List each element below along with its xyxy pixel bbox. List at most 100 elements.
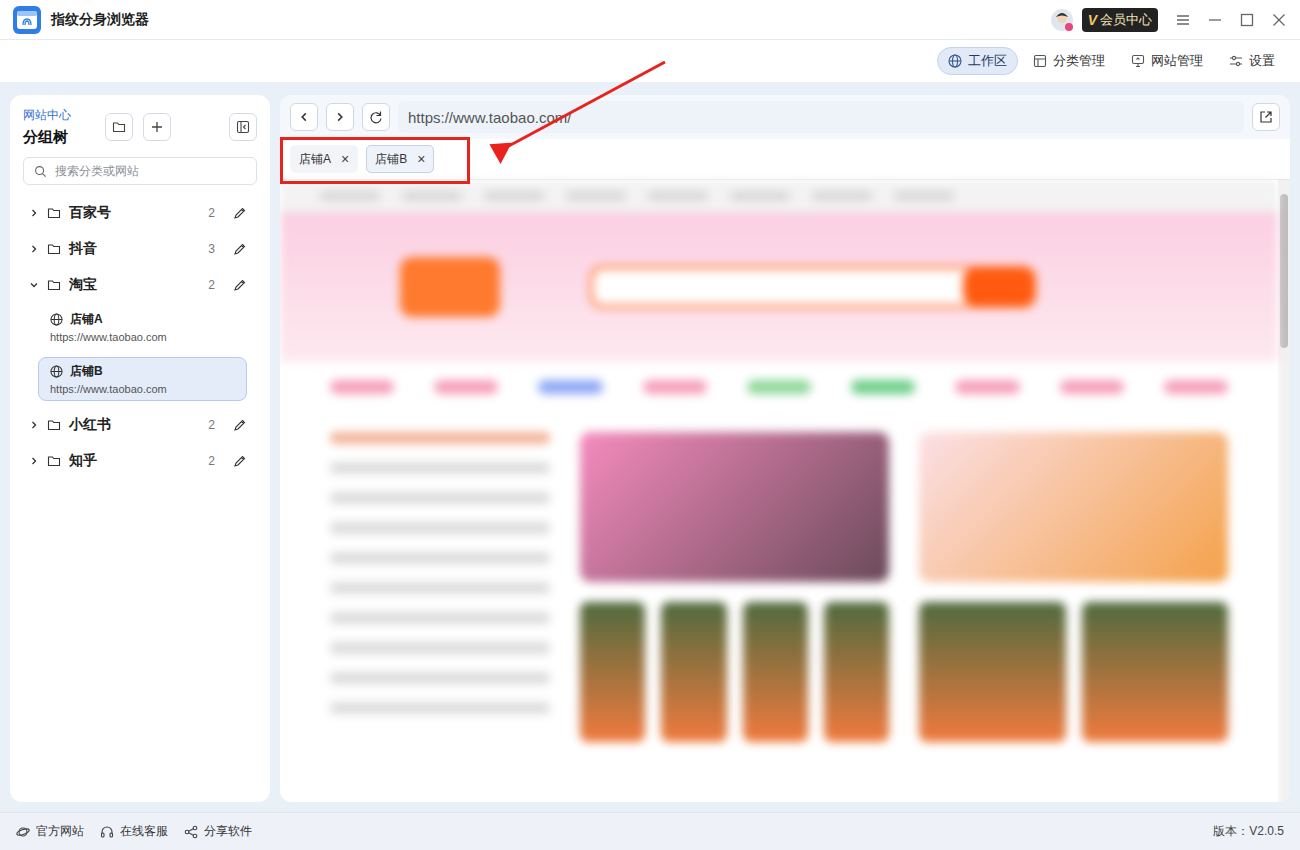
collapse-sidebar-button[interactable] — [229, 113, 257, 141]
group-name: 知乎 — [69, 452, 97, 470]
nav-item[interactable]: 工作区 — [937, 47, 1018, 75]
chevron-icon — [29, 244, 39, 254]
sidebar-caption: 网站中心 — [23, 107, 71, 124]
nav-item[interactable]: 网站管理 — [1120, 47, 1214, 75]
annotation-highlight-box — [280, 137, 470, 184]
folder-icon — [112, 120, 126, 134]
title-bar-actions: V会员中心 — [1050, 8, 1286, 32]
pencil-icon[interactable] — [233, 206, 247, 220]
maximize-icon[interactable] — [1240, 13, 1254, 27]
plus-icon — [150, 120, 164, 134]
page-shape — [590, 266, 1036, 308]
page-shape — [402, 191, 462, 201]
page-shape — [400, 257, 500, 317]
forward-button[interactable] — [326, 103, 354, 131]
scrollbar[interactable] — [1278, 180, 1290, 802]
chevron-icon — [29, 208, 39, 218]
footer-link[interactable]: 官方网站 — [16, 823, 84, 840]
menu-icon[interactable] — [1176, 13, 1190, 27]
footer-link[interactable]: 在线客服 — [100, 823, 168, 840]
pencil-icon[interactable] — [233, 242, 247, 256]
page-shape — [730, 191, 790, 201]
group-row[interactable]: 淘宝2 — [23, 267, 257, 303]
nav-item[interactable]: 设置 — [1218, 47, 1286, 75]
footer-link[interactable]: 分享软件 — [184, 823, 252, 840]
window-title: 指纹分身浏览器 — [51, 11, 149, 29]
app-logo-icon — [13, 6, 41, 34]
share-icon — [184, 825, 198, 839]
tab-close-button[interactable]: × — [417, 152, 425, 166]
nav-label: 网站管理 — [1151, 52, 1203, 70]
nav-item[interactable]: 分类管理 — [1022, 47, 1116, 75]
folder-icon — [47, 454, 61, 468]
footer-link-label: 分享软件 — [204, 823, 252, 840]
site-item[interactable]: 店铺B https://www.taobao.com — [38, 357, 247, 401]
page-category-row — [280, 362, 1278, 412]
collapse-icon — [236, 120, 250, 134]
vip-center-button[interactable]: V会员中心 — [1082, 8, 1158, 32]
tab-label: 店铺B — [375, 151, 407, 168]
nav-label: 工作区 — [968, 52, 1007, 70]
annotation-arrow-icon — [0, 0, 1300, 850]
app-window: 指纹分身浏览器 V会员中心工作区分类管理 网站管理设置网站中心分组树搜索分类或网站百… — [0, 0, 1300, 850]
version-label: 版本：V2.0.5 — [1213, 823, 1284, 840]
page-shape — [824, 602, 889, 742]
page-shape — [747, 380, 811, 394]
monitor-icon — [1131, 54, 1145, 68]
layout-icon — [1033, 54, 1047, 68]
search-field[interactable]: 搜索分类或网站 — [23, 157, 257, 185]
group-row[interactable]: 知乎 2 — [23, 443, 257, 479]
group-row[interactable]: 小红书2 — [23, 407, 257, 443]
forward-arrow-icon — [334, 111, 346, 123]
page-shape — [330, 642, 550, 654]
page-shape — [330, 432, 550, 444]
pencil-icon[interactable] — [233, 454, 247, 468]
footer-link-label: 官方网站 — [36, 823, 84, 840]
add-site-button[interactable] — [143, 113, 171, 141]
page-shape — [955, 380, 1019, 394]
browser-tab[interactable]: 店铺A× — [290, 145, 358, 173]
site-name: 店铺B — [70, 363, 103, 380]
headset-icon — [100, 825, 114, 839]
sidebar-title: 分组树 — [23, 128, 71, 147]
page-column — [580, 432, 889, 782]
page-shape — [919, 432, 1228, 582]
pencil-icon[interactable] — [233, 278, 247, 292]
globe-icon — [948, 54, 962, 68]
sidebar-titles: 网站中心分组树 — [23, 107, 71, 147]
group-row[interactable]: 抖音3 — [23, 231, 257, 267]
close-icon[interactable] — [1272, 13, 1286, 27]
site-name-row: 店铺A — [50, 311, 235, 328]
page-shape — [919, 602, 1066, 742]
page-shape — [484, 191, 544, 201]
search-icon — [34, 165, 47, 178]
refresh-button[interactable] — [362, 103, 390, 131]
group-row[interactable]: 百家号2 — [23, 195, 257, 231]
scrollbar-thumb[interactable] — [1280, 194, 1288, 348]
page-shape — [330, 462, 550, 474]
site-item[interactable]: 店铺A https://www.taobao.com — [38, 305, 247, 349]
page-shape — [580, 602, 645, 742]
vip-label: 会员中心 — [1100, 11, 1152, 29]
group-name: 淘宝 — [69, 276, 97, 294]
page-shape — [566, 191, 626, 201]
status-bar: 官方网站在线客服 分享软件 版本：V2.0.5 — [0, 812, 1300, 850]
page-shape — [330, 492, 550, 504]
back-button[interactable] — [290, 103, 318, 131]
pencil-icon[interactable] — [233, 418, 247, 432]
site-url: https://www.taobao.com — [50, 383, 235, 395]
user-avatar-icon[interactable] — [1050, 8, 1074, 32]
page-shape — [320, 191, 380, 201]
browser-tab[interactable]: 店铺B × — [366, 145, 434, 173]
open-external-button[interactable] — [1252, 103, 1280, 131]
add-folder-button[interactable] — [105, 113, 133, 141]
url-field[interactable]: https://www.taobao.com/ — [398, 101, 1244, 133]
page-shape — [643, 380, 707, 394]
tab-close-button[interactable]: × — [341, 152, 349, 166]
minimize-icon[interactable] — [1208, 13, 1222, 27]
site-url: https://www.taobao.com — [50, 331, 235, 343]
main-area: 网站中心分组树搜索分类或网站百家号2抖音3淘宝2店铺Ahttps://www.t… — [0, 82, 1300, 812]
folder-icon — [47, 418, 61, 432]
page-products — [919, 602, 1228, 742]
group-count: 2 — [208, 454, 215, 468]
